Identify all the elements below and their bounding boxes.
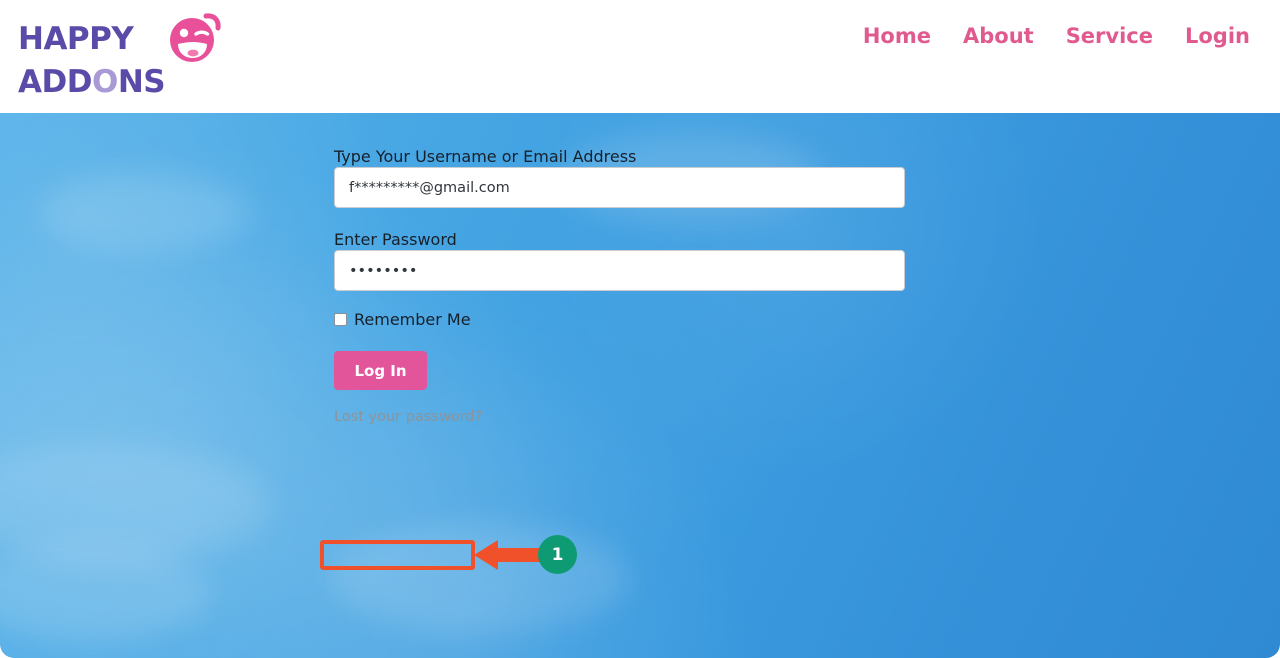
cloud-shape — [330, 523, 630, 633]
logo-text-happy: HAPPY — [18, 21, 134, 57]
cloud-shape — [0, 443, 270, 563]
happy-baby-face-icon — [170, 13, 221, 62]
field-spacer — [334, 208, 906, 230]
main-navigation: Home About Service Login — [863, 24, 1250, 48]
nav-item-service[interactable]: Service — [1066, 24, 1153, 48]
cloud-shape — [40, 173, 250, 253]
remember-me-checkbox[interactable] — [334, 313, 347, 326]
site-logo[interactable]: HAPPY ADDONS — [18, 8, 248, 104]
username-input[interactable] — [334, 167, 905, 208]
nav-item-home[interactable]: Home — [863, 24, 931, 48]
site-header: HAPPY ADDONS Home About Service Login — [0, 0, 1280, 113]
password-input[interactable] — [334, 250, 905, 291]
username-label: Type Your Username or Email Address — [334, 147, 637, 166]
password-label: Enter Password — [334, 230, 457, 249]
log-in-button[interactable]: Log In — [334, 351, 427, 390]
page-root: HAPPY ADDONS Home About Service Login Ty… — [0, 0, 1280, 658]
remember-me-row: Remember Me — [334, 310, 906, 329]
cloud-shape — [0, 543, 210, 643]
remember-me-label[interactable]: Remember Me — [354, 310, 471, 329]
nav-item-about[interactable]: About — [963, 24, 1034, 48]
nav-item-login[interactable]: Login — [1185, 24, 1250, 48]
lost-your-password-link[interactable]: Lost your password? — [334, 409, 482, 425]
logo-text-o: O — [91, 64, 118, 100]
logo-text-ns: NS — [117, 64, 166, 100]
login-form: Type Your Username or Email Address Ente… — [334, 147, 906, 426]
logo-text-addons: ADDONS — [18, 64, 166, 100]
logo-text-add: ADD — [18, 64, 92, 100]
